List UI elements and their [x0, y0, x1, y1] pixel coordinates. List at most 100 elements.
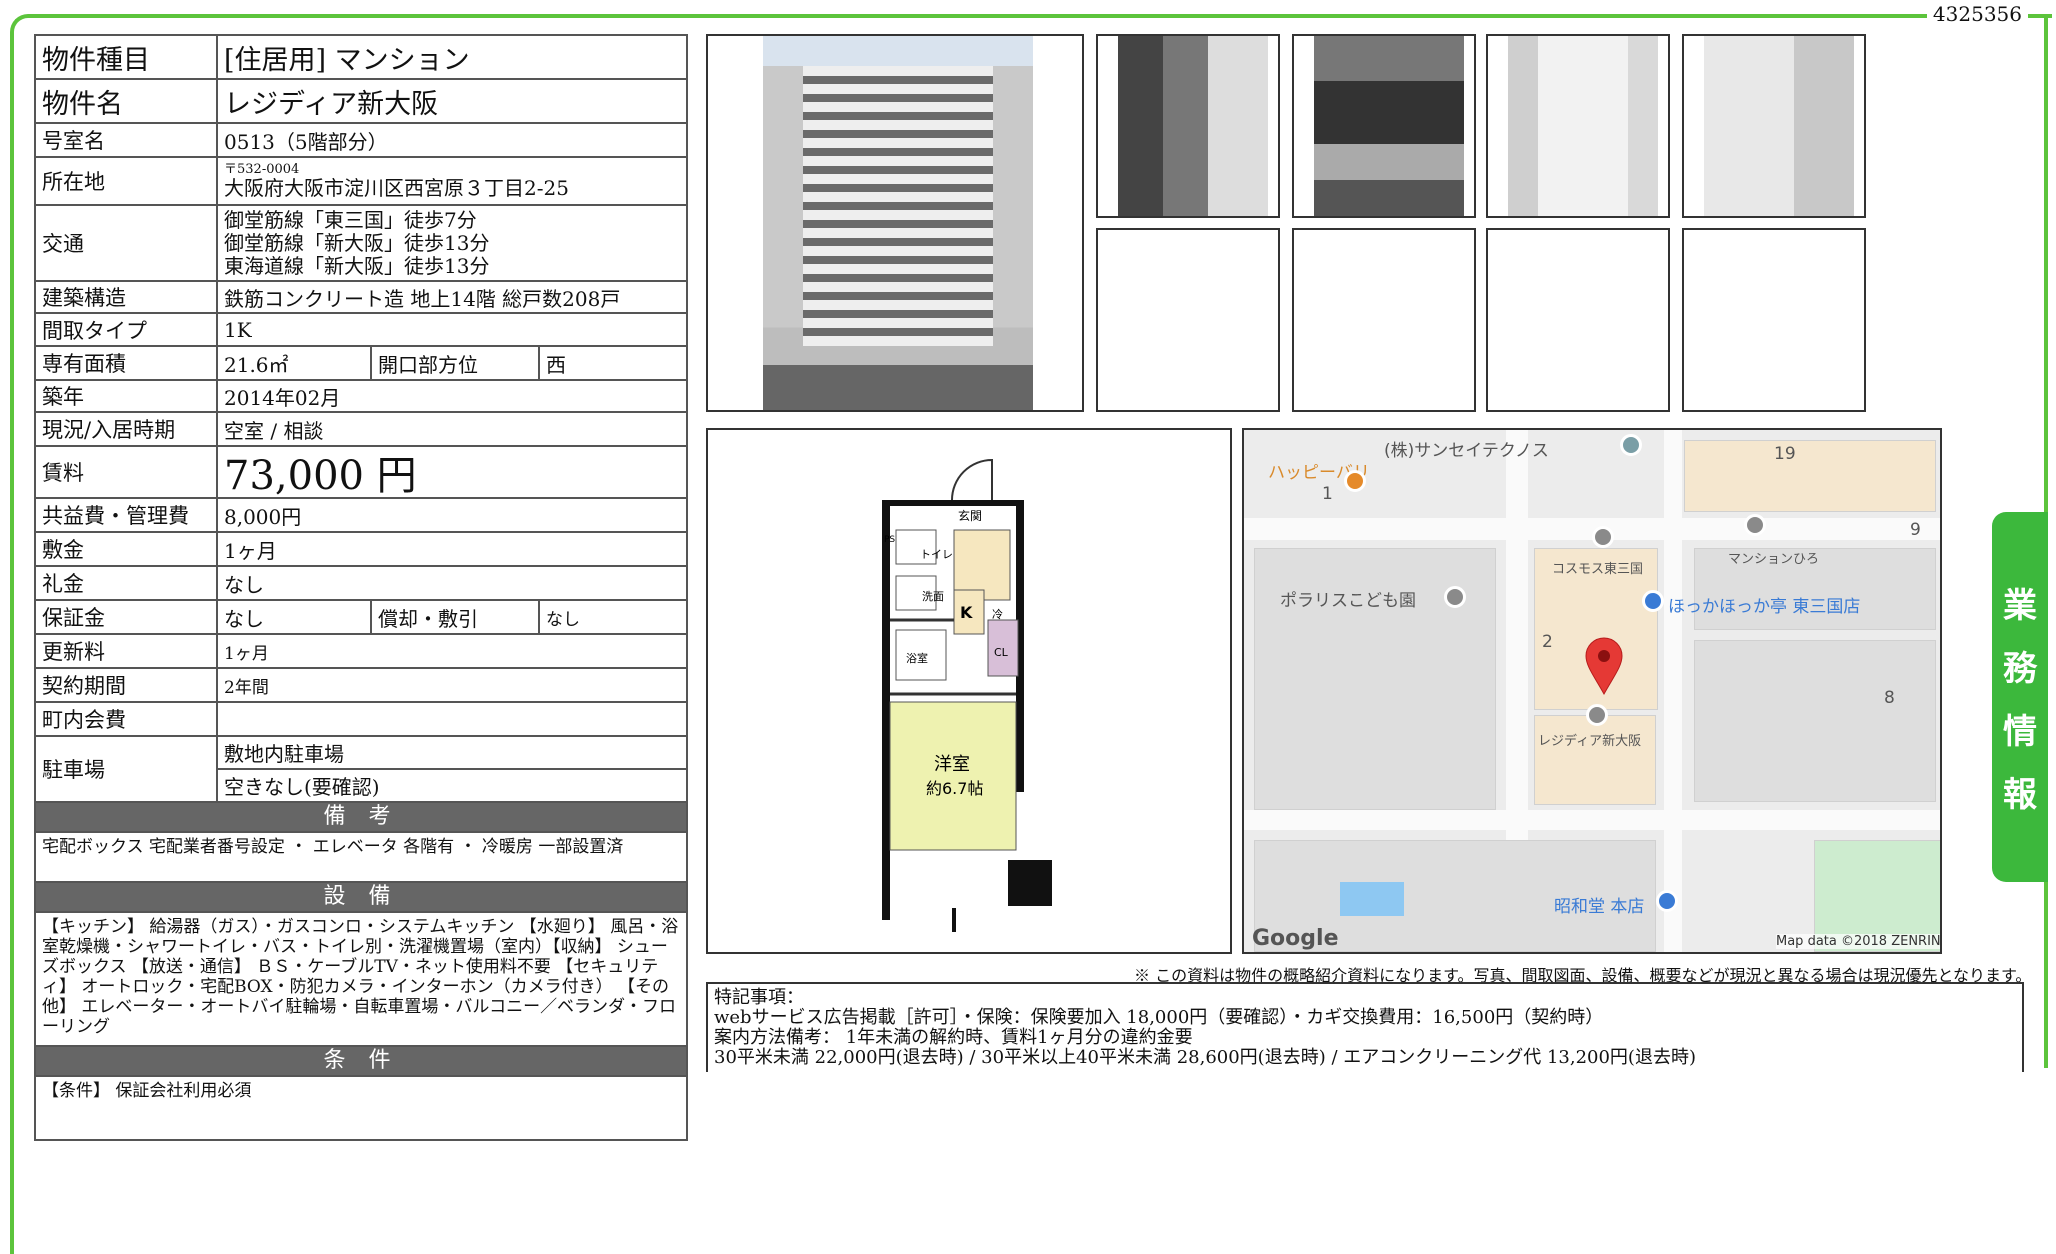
label-rent: 賃料 — [36, 447, 218, 497]
row-type: 物件種目 [住居用] マンション — [36, 36, 686, 80]
label-built: 築年 — [36, 381, 218, 411]
label-key-money: 礼金 — [36, 567, 218, 599]
remarks-header: 備 考 — [36, 803, 686, 833]
kitchen-image — [1314, 36, 1464, 216]
school-marker-icon[interactable] — [1444, 586, 1466, 608]
label-structure: 建築構造 — [36, 282, 218, 312]
map-block — [1534, 715, 1656, 805]
property-table: 物件種目 [住居用] マンション 物件名 レジディア新大阪 号室名 0513（5… — [34, 34, 688, 1141]
map-label: ほっかほっか亭 東三国店 — [1668, 597, 1861, 617]
photo-placeholder — [1486, 228, 1670, 412]
floor-plan[interactable]: 玄関 PS トイレ 洗面 浴室 K 冷 CL 洋室 約6.7帖 — [706, 428, 1232, 954]
facilities-header: 設 備 — [36, 883, 686, 913]
special-line: webサービス広告掲載［許可］・保険：保険要加入 18,000円（要確認）・カギ… — [714, 1007, 1604, 1028]
building-photo[interactable] — [706, 34, 1084, 412]
toilet-photo[interactable] — [1682, 34, 1866, 218]
building-image — [763, 36, 1033, 410]
label-address: 所在地 — [36, 158, 218, 204]
map-label: コスモス東三国 — [1552, 562, 1644, 577]
value-address: 〒532-0004 大阪府大阪市淀川区西宮原３丁目2-25 — [218, 158, 686, 204]
map-label: 昭和堂 本店 — [1554, 897, 1645, 917]
label-layout: 間取タイプ — [36, 314, 218, 345]
transit-line: 東海道線「新大阪」徒歩13分 — [224, 253, 490, 278]
side-tab-char: 情 — [2003, 712, 2037, 752]
photo-placeholder — [1292, 228, 1476, 412]
map-number: 1 — [1322, 484, 1333, 504]
special-line: 案内方法備考： 1年未満の解約時、賃料1ヶ月分の違約金要 — [714, 1027, 1193, 1048]
row-layout: 間取タイプ 1K — [36, 314, 686, 347]
value-area: 21.6㎡ — [224, 352, 289, 377]
value-contract: 2年間 — [224, 677, 269, 698]
fp-fridge: 冷 — [992, 608, 1003, 621]
row-fee: 共益費・管理費 8,000円 — [36, 499, 686, 533]
value-status: 空室 / 相談 — [224, 418, 324, 443]
fp-wash: 洗面 — [922, 590, 944, 603]
fp-toilet: トイレ — [920, 548, 953, 561]
value-parking-2: 空きなし(要確認) — [224, 775, 380, 799]
room-image — [1508, 36, 1658, 216]
value-rent: 73,000 円 — [224, 453, 417, 499]
label-guarantee: 保証金 — [36, 601, 218, 633]
row-name: 物件名 レジディア新大阪 — [36, 80, 686, 124]
label-community-fee: 町内会費 — [36, 703, 218, 735]
map-road — [1244, 810, 1940, 830]
row-community-fee: 町内会費 — [36, 703, 686, 737]
value-structure: 鉄筋コンクリート造 地上14階 総戸数208戸 — [224, 286, 621, 311]
fp-bath: 浴室 — [906, 651, 928, 665]
row-transit: 交通 御堂筋線「東三国」徒歩7分 御堂筋線「新大阪」徒歩13分 東海道線「新大阪… — [36, 206, 686, 282]
label-orientation: 開口部方位 — [370, 347, 538, 379]
location-pin-icon[interactable] — [1584, 636, 1624, 696]
shop-marker-icon[interactable] — [1642, 590, 1664, 612]
map-attribution: Map data ©2018 ZENRIN — [1776, 934, 1941, 949]
restaurant-marker-icon[interactable] — [1344, 470, 1366, 492]
special-title: 特記事項： — [714, 987, 804, 1008]
value-community-fee — [218, 703, 686, 735]
label-contract: 契約期間 — [36, 669, 218, 701]
map-label: マンションひろ — [1728, 552, 1820, 567]
value-area-group: 21.6㎡ 開口部方位 西 — [218, 347, 686, 379]
map-block — [1694, 640, 1936, 802]
row-deposit: 敷金 1ヶ月 — [36, 533, 686, 567]
special-line: 30平米未満 22,000円(退去時) / 30平米以上40平米未満 28,60… — [714, 1047, 1696, 1068]
fp-closet: CL — [994, 646, 1009, 659]
label-deposit: 敷金 — [36, 533, 218, 565]
photo-placeholder — [1096, 228, 1280, 412]
kitchen-photo[interactable] — [1292, 34, 1476, 218]
address-text: 大阪府大阪市淀川区西宮原３丁目2-25 — [224, 176, 569, 200]
map-water — [1340, 882, 1404, 916]
value-orientation: 西 — [538, 347, 686, 379]
place-marker-icon[interactable] — [1592, 526, 1614, 548]
map-number: 9 — [1910, 520, 1921, 540]
row-key-money: 礼金 なし — [36, 567, 686, 601]
google-logo: Google — [1252, 926, 1339, 951]
row-renewal: 更新料 1ヶ月 — [36, 635, 686, 669]
value-amortization: なし — [538, 601, 686, 633]
transit-line: 御堂筋線「新大阪」徒歩13分 — [224, 230, 490, 255]
map-label: ポラリスこども園 — [1280, 591, 1416, 611]
value-key-money: なし — [224, 572, 264, 597]
label-fee: 共益費・管理費 — [36, 499, 218, 531]
value-deposit: 1ヶ月 — [224, 538, 277, 563]
poi-marker-icon[interactable] — [1620, 434, 1642, 456]
value-renewal: 1ヶ月 — [224, 643, 269, 664]
map-number: 8 — [1884, 688, 1895, 708]
value-type: [住居用] マンション — [224, 44, 470, 76]
conditions-header: 条 件 — [36, 1047, 686, 1077]
bathroom-photo[interactable] — [1096, 34, 1280, 218]
room-photo[interactable] — [1486, 34, 1670, 218]
floor-plan-drawing: 玄関 PS トイレ 洗面 浴室 K 冷 CL 洋室 約6.7帖 — [882, 458, 1052, 932]
label-status: 現況/入居時期 — [36, 413, 218, 445]
location-map[interactable]: (株)サンセイテクノス ハッピーバリ コスモス東三国 マンションひろ ポラリスこ… — [1242, 428, 1942, 954]
map-number: 2 — [1542, 632, 1553, 652]
label-transit: 交通 — [36, 206, 218, 280]
place-marker-icon[interactable] — [1744, 514, 1766, 536]
side-tab-business-info[interactable]: 業 務 情 報 — [1992, 512, 2048, 882]
fp-room-size: 約6.7帖 — [926, 779, 983, 798]
place-marker-icon[interactable] — [1586, 704, 1608, 726]
label-area: 専有面積 — [36, 347, 218, 379]
map-label: (株)サンセイテクノス — [1384, 441, 1549, 461]
shop-marker-icon[interactable] — [1656, 890, 1678, 912]
side-tab-char: 業 — [2003, 586, 2037, 626]
row-room: 号室名 0513（5階部分） — [36, 124, 686, 158]
label-type: 物件種目 — [36, 36, 218, 78]
